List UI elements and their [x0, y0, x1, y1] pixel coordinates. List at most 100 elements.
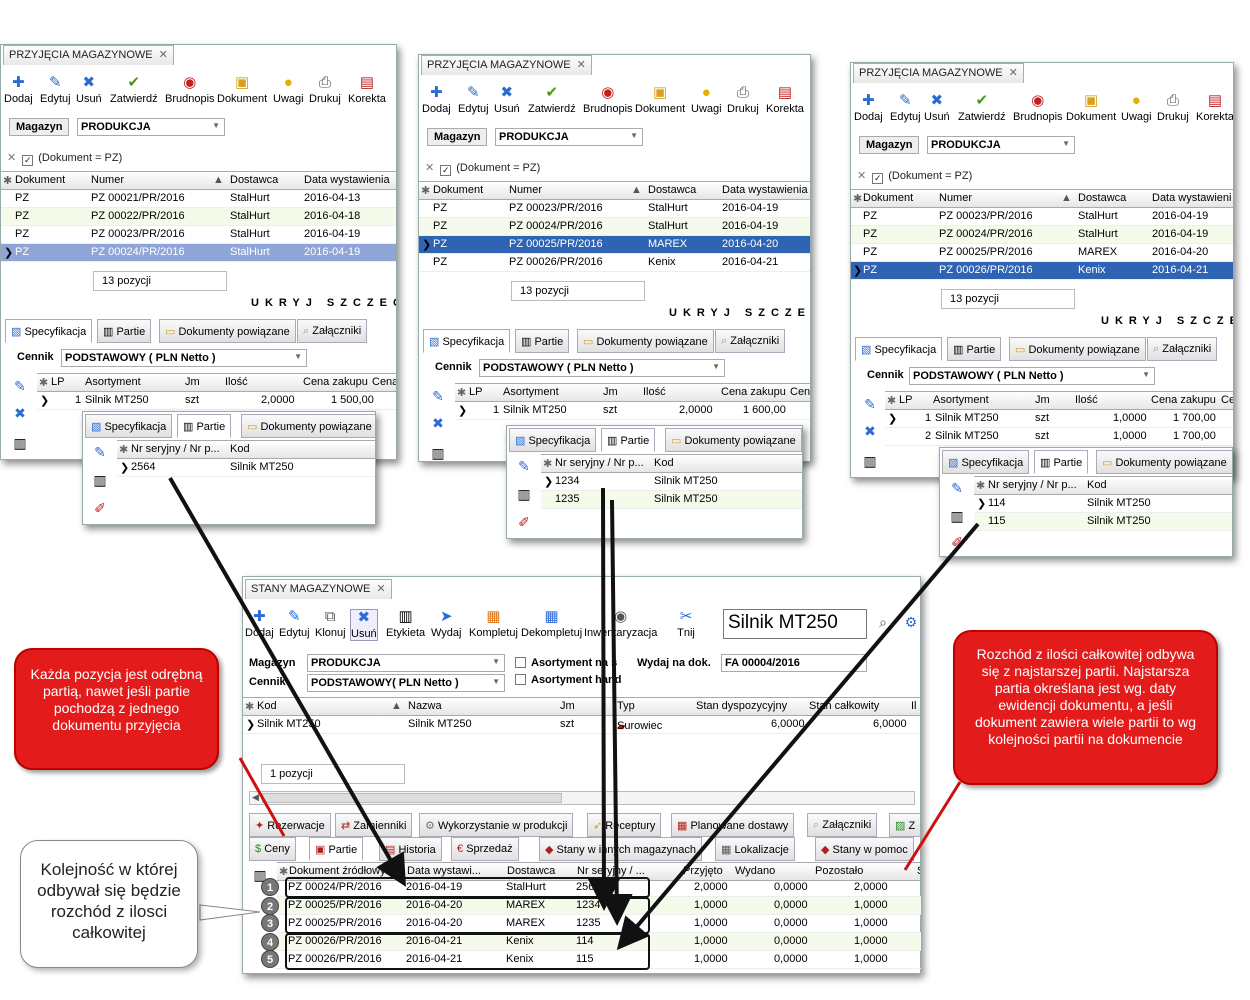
filter-checkbox[interactable]: ✓ — [440, 165, 452, 176]
tab-dokumenty-powiazane[interactable]: ▭ Dokumenty powiązane — [577, 329, 714, 353]
pencil-icon[interactable]: ✎ — [91, 444, 109, 460]
tab-partie[interactable]: ▥ Partie — [947, 337, 1002, 361]
column-header[interactable]: Data wystawieni — [1152, 192, 1231, 204]
window-tab[interactable]: PRZYJĘCIA MAGAZYNOWE ✕ — [3, 45, 174, 65]
delete-button[interactable]: ✖ Usuń — [76, 75, 102, 106]
tab-zalaczniki[interactable]: ⌕ Załączniki — [807, 813, 878, 837]
edit-button[interactable]: ✎ Edytuj — [279, 609, 310, 640]
table-row[interactable]: PZ PZ 00022/PR/2016 StalHurt 2016-04-18 — [1, 208, 396, 226]
window-tab[interactable]: PRZYJĘCIA MAGAZYNOWE ✕ — [853, 63, 1024, 83]
close-icon[interactable]: ✕ — [159, 49, 168, 61]
close-icon[interactable]: ✕ — [857, 170, 866, 182]
magazyn-select[interactable]: PRODUKCJA ▼ — [77, 118, 225, 136]
cennik-select[interactable]: PODSTAWOWY( PLN Netto ) ▼ — [307, 674, 505, 692]
checkbox[interactable] — [515, 674, 526, 685]
tab-specyfikacja[interactable]: ▧ Specyfikacja — [855, 337, 943, 361]
tab-dokumenty-powiazane[interactable]: ▭ Dokumenty powiązane — [1009, 337, 1146, 361]
hide-details-button[interactable]: UKRYJ SZCZEGÓ — [251, 297, 396, 309]
tab-dokumenty-powiazane[interactable]: ▭ Dokumenty powiązane — [665, 428, 802, 452]
tab-stany-w-innych[interactable]: ◆ Stany w innych magazynach — [539, 837, 702, 861]
column-header[interactable]: Numer — [939, 192, 972, 204]
table-row[interactable]: 1235 Silnik MT250 — [541, 491, 802, 509]
table-row[interactable]: ❯ 1 Silnik MT250 szt 2,0000 1 600,00 — [455, 402, 810, 420]
close-icon[interactable]: ✕ — [7, 152, 16, 164]
notes-button[interactable]: ● Uwagi — [691, 85, 722, 116]
table-row-selected[interactable]: ❯ PZ PZ 00026/PR/2016 Kenix 2016-04-21 — [851, 262, 1233, 280]
column-header[interactable]: Dostawca — [648, 184, 696, 196]
column-header[interactable]: Dokument — [15, 174, 65, 186]
horizontal-scrollbar[interactable]: ◀ — [249, 791, 915, 805]
tab-historia[interactable]: ▤ Historia — [379, 837, 442, 861]
window-tab[interactable]: PRZYJĘCIA MAGAZYNOWE ✕ — [421, 55, 592, 75]
barcode-icon[interactable]: ▥ — [11, 435, 29, 451]
table-row[interactable]: ❯ 1234 Silnik MT250 — [541, 473, 802, 491]
print-button[interactable]: ⎙ Drukuj — [309, 75, 341, 106]
document-button[interactable]: ▣ Dokument — [217, 75, 267, 106]
close-icon[interactable]: ✕ — [376, 583, 385, 595]
checkbox[interactable] — [515, 657, 526, 668]
tab-z[interactable]: ▨ Z — [889, 813, 920, 837]
magazyn-select[interactable]: PRODUKCJA ▼ — [307, 654, 505, 672]
add-button[interactable]: ✚ Dodaj — [854, 93, 883, 124]
barcode-icon[interactable]: ▥ — [515, 486, 533, 502]
eraser-icon[interactable]: ✐ — [515, 514, 533, 530]
table-row[interactable]: ❯ 2564 Silnik MT250 — [117, 459, 375, 477]
approve-button[interactable]: ✔ Zatwierdź — [958, 93, 1006, 124]
eraser-icon[interactable]: ✐ — [91, 500, 109, 516]
table-row[interactable]: 115 Silnik MT250 — [974, 513, 1232, 531]
tab-zalaczniki[interactable]: ⌕ Załączniki — [1147, 337, 1218, 361]
tab-dokumenty-powiazane[interactable]: ▭ Dokumenty powiązane — [241, 414, 375, 438]
tab-partie[interactable]: ▥ Partie — [515, 329, 570, 353]
inventory-button[interactable]: ◉ Inwentaryzacja — [584, 609, 657, 640]
table-row[interactable]: PZ PZ 00021/PR/2016 StalHurt 2016-04-13 — [1, 190, 396, 208]
label-button[interactable]: ▥ Etykieta — [386, 609, 425, 640]
gear-icon[interactable]: ⚙ — [902, 614, 920, 630]
column-header[interactable]: Dokument — [863, 192, 913, 204]
barcode-icon[interactable]: ▥ — [948, 508, 966, 524]
tab-zamienniki[interactable]: ⇄ Zamienniki — [335, 813, 413, 837]
tab-specyfikacja[interactable]: ▧ Specyfikacja — [509, 428, 597, 452]
print-button[interactable]: ⎙ Drukuj — [727, 85, 759, 116]
x-icon[interactable]: ✖ — [429, 415, 447, 431]
cennik-select[interactable]: PODSTAWOWY ( PLN Netto ) ▼ — [479, 359, 725, 377]
pencil-icon[interactable]: ✎ — [429, 388, 447, 404]
correction-button[interactable]: ▤ Korekta — [1196, 93, 1233, 124]
draft-button[interactable]: ◉ Brudnopis — [165, 75, 215, 106]
tab-partie[interactable]: ▥ Partie — [1034, 450, 1089, 474]
table-row-selected[interactable]: ❯ PZ PZ 00024/PR/2016 StalHurt 2016-04-19 — [1, 244, 396, 262]
pencil-icon[interactable]: ✎ — [515, 458, 533, 474]
column-header[interactable]: Dokument — [433, 184, 483, 196]
table-row[interactable]: PZ PZ 00025/PR/2016 MAREX 2016-04-20 — [851, 244, 1233, 262]
tab-receptury[interactable]: ➶ Receptury — [587, 813, 662, 837]
table-row[interactable]: 2 Silnik MT250 szt 1,0000 1 700,00 — [885, 428, 1233, 446]
x-icon[interactable]: ✖ — [861, 423, 879, 439]
table-row[interactable]: PZ PZ 00023/PR/2016 StalHurt 2016-04-19 — [419, 200, 810, 218]
document-button[interactable]: ▣ Dokument — [1066, 93, 1116, 124]
pencil-icon[interactable]: ✎ — [11, 378, 29, 394]
notes-button[interactable]: ● Uwagi — [273, 75, 304, 106]
add-button[interactable]: ✚ Dodaj — [4, 75, 33, 106]
table-row[interactable]: ❯ 114 Silnik MT250 — [974, 495, 1232, 513]
tab-rezerwacje[interactable]: ✦ Rezerwacje — [249, 813, 331, 837]
draft-button[interactable]: ◉ Brudnopis — [583, 85, 633, 116]
assortment-checkbox-1[interactable]: Asortyment na s — [515, 657, 617, 669]
tab-dokumenty-powiazane[interactable]: ▭ Dokumenty powiązane — [1096, 450, 1232, 474]
eraser-icon[interactable]: ✐ — [948, 534, 966, 550]
print-button[interactable]: ⎙ Drukuj — [1157, 93, 1189, 124]
pencil-icon[interactable]: ✎ — [948, 480, 966, 496]
tab-partie[interactable]: ▣ Partie — [309, 837, 364, 861]
tab-dokumenty-powiazane[interactable]: ▭ Dokumenty powiązane — [159, 319, 296, 343]
filter-checkbox[interactable]: ✓ — [22, 155, 34, 166]
table-row-selected[interactable]: ❯ PZ PZ 00025/PR/2016 MAREX 2016-04-20 — [419, 236, 810, 254]
column-header[interactable]: Numer — [509, 184, 542, 196]
column-header[interactable]: Dostawca — [1078, 192, 1126, 204]
table-row[interactable]: PZ PZ 00024/PR/2016 StalHurt 2016-04-19 — [851, 226, 1233, 244]
assortment-checkbox-2[interactable]: Asortyment hand — [515, 674, 621, 686]
table-row[interactable]: PZ PZ 00024/PR/2016 StalHurt 2016-04-19 — [419, 218, 810, 236]
x-icon[interactable]: ✖ — [11, 405, 29, 421]
column-header[interactable]: Dostawca — [230, 174, 278, 186]
tab-lokalizacje[interactable]: ▦ Lokalizacje — [715, 837, 795, 861]
pencil-icon[interactable]: ✎ — [861, 396, 879, 412]
edit-button[interactable]: ✎ Edytuj — [40, 75, 71, 106]
barcode-icon[interactable]: ▥ — [429, 445, 447, 461]
